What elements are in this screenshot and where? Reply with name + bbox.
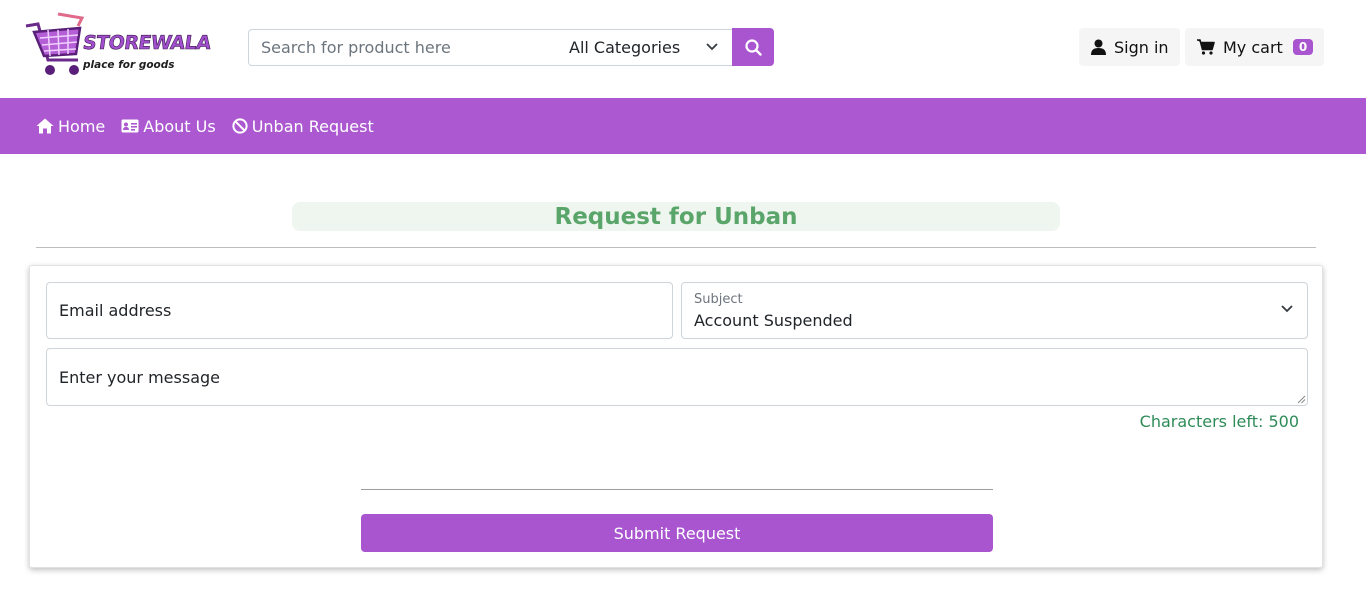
subject-selected-value: Account Suspended	[694, 311, 853, 330]
chevron-down-icon	[1281, 305, 1293, 313]
category-selected-value: All Categories	[569, 38, 681, 57]
ban-icon	[232, 118, 248, 134]
subject-select[interactable]: Subject Account Suspended	[681, 282, 1308, 339]
sign-in-button[interactable]: Sign in	[1079, 28, 1180, 66]
chevron-down-icon	[706, 43, 718, 51]
my-cart-button[interactable]: My cart 0	[1185, 28, 1324, 66]
nav-label-about-us: About Us	[143, 116, 216, 136]
page-title: Request for Unban	[554, 203, 798, 230]
title-divider	[36, 247, 1316, 248]
cart-label: My cart	[1223, 37, 1283, 57]
id-card-icon	[121, 119, 139, 133]
message-textarea[interactable]: Enter your message	[46, 348, 1308, 406]
unban-form-card: Email address Subject Account Suspended …	[29, 265, 1323, 568]
home-icon	[36, 118, 54, 134]
message-field-label: Enter your message	[59, 367, 220, 387]
search-input[interactable]	[261, 38, 545, 57]
cart-logo-icon	[25, 12, 85, 75]
storewala-logo[interactable]: STOREWALA place for goods	[20, 12, 212, 82]
main-navbar: Home About Us Unban Request	[0, 98, 1366, 154]
cart-icon	[1197, 39, 1215, 55]
search-button[interactable]	[732, 28, 774, 66]
nav-item-home[interactable]: Home	[36, 117, 105, 136]
nav-label-home: Home	[58, 116, 106, 136]
page-title-banner: Request for Unban	[292, 202, 1060, 231]
site-header: STOREWALA place for goods All Categories…	[0, 0, 1366, 98]
subject-label: Subject	[694, 292, 743, 307]
search-input-wrapper[interactable]	[248, 29, 558, 66]
submit-request-button[interactable]: Submit Request	[361, 514, 993, 552]
characters-left-counter: Characters left: 500	[1139, 412, 1299, 431]
category-select[interactable]: All Categories	[557, 29, 733, 66]
search-icon	[744, 38, 762, 56]
sign-in-label: Sign in	[1114, 37, 1169, 57]
resize-handle-icon[interactable]	[1297, 395, 1306, 404]
nav-item-about-us[interactable]: About Us	[121, 116, 216, 136]
cart-count-badge: 0	[1292, 39, 1314, 55]
nav-label-unban-request: Unban Request	[251, 116, 374, 136]
user-icon	[1091, 39, 1106, 55]
email-field[interactable]: Email address	[46, 282, 673, 339]
nav-item-unban-request[interactable]: Unban Request	[232, 117, 374, 136]
brand-name: STOREWALA	[81, 32, 213, 55]
brand-tagline: place for goods	[83, 59, 175, 71]
email-field-label: Email address	[59, 301, 172, 320]
form-divider	[361, 489, 993, 490]
